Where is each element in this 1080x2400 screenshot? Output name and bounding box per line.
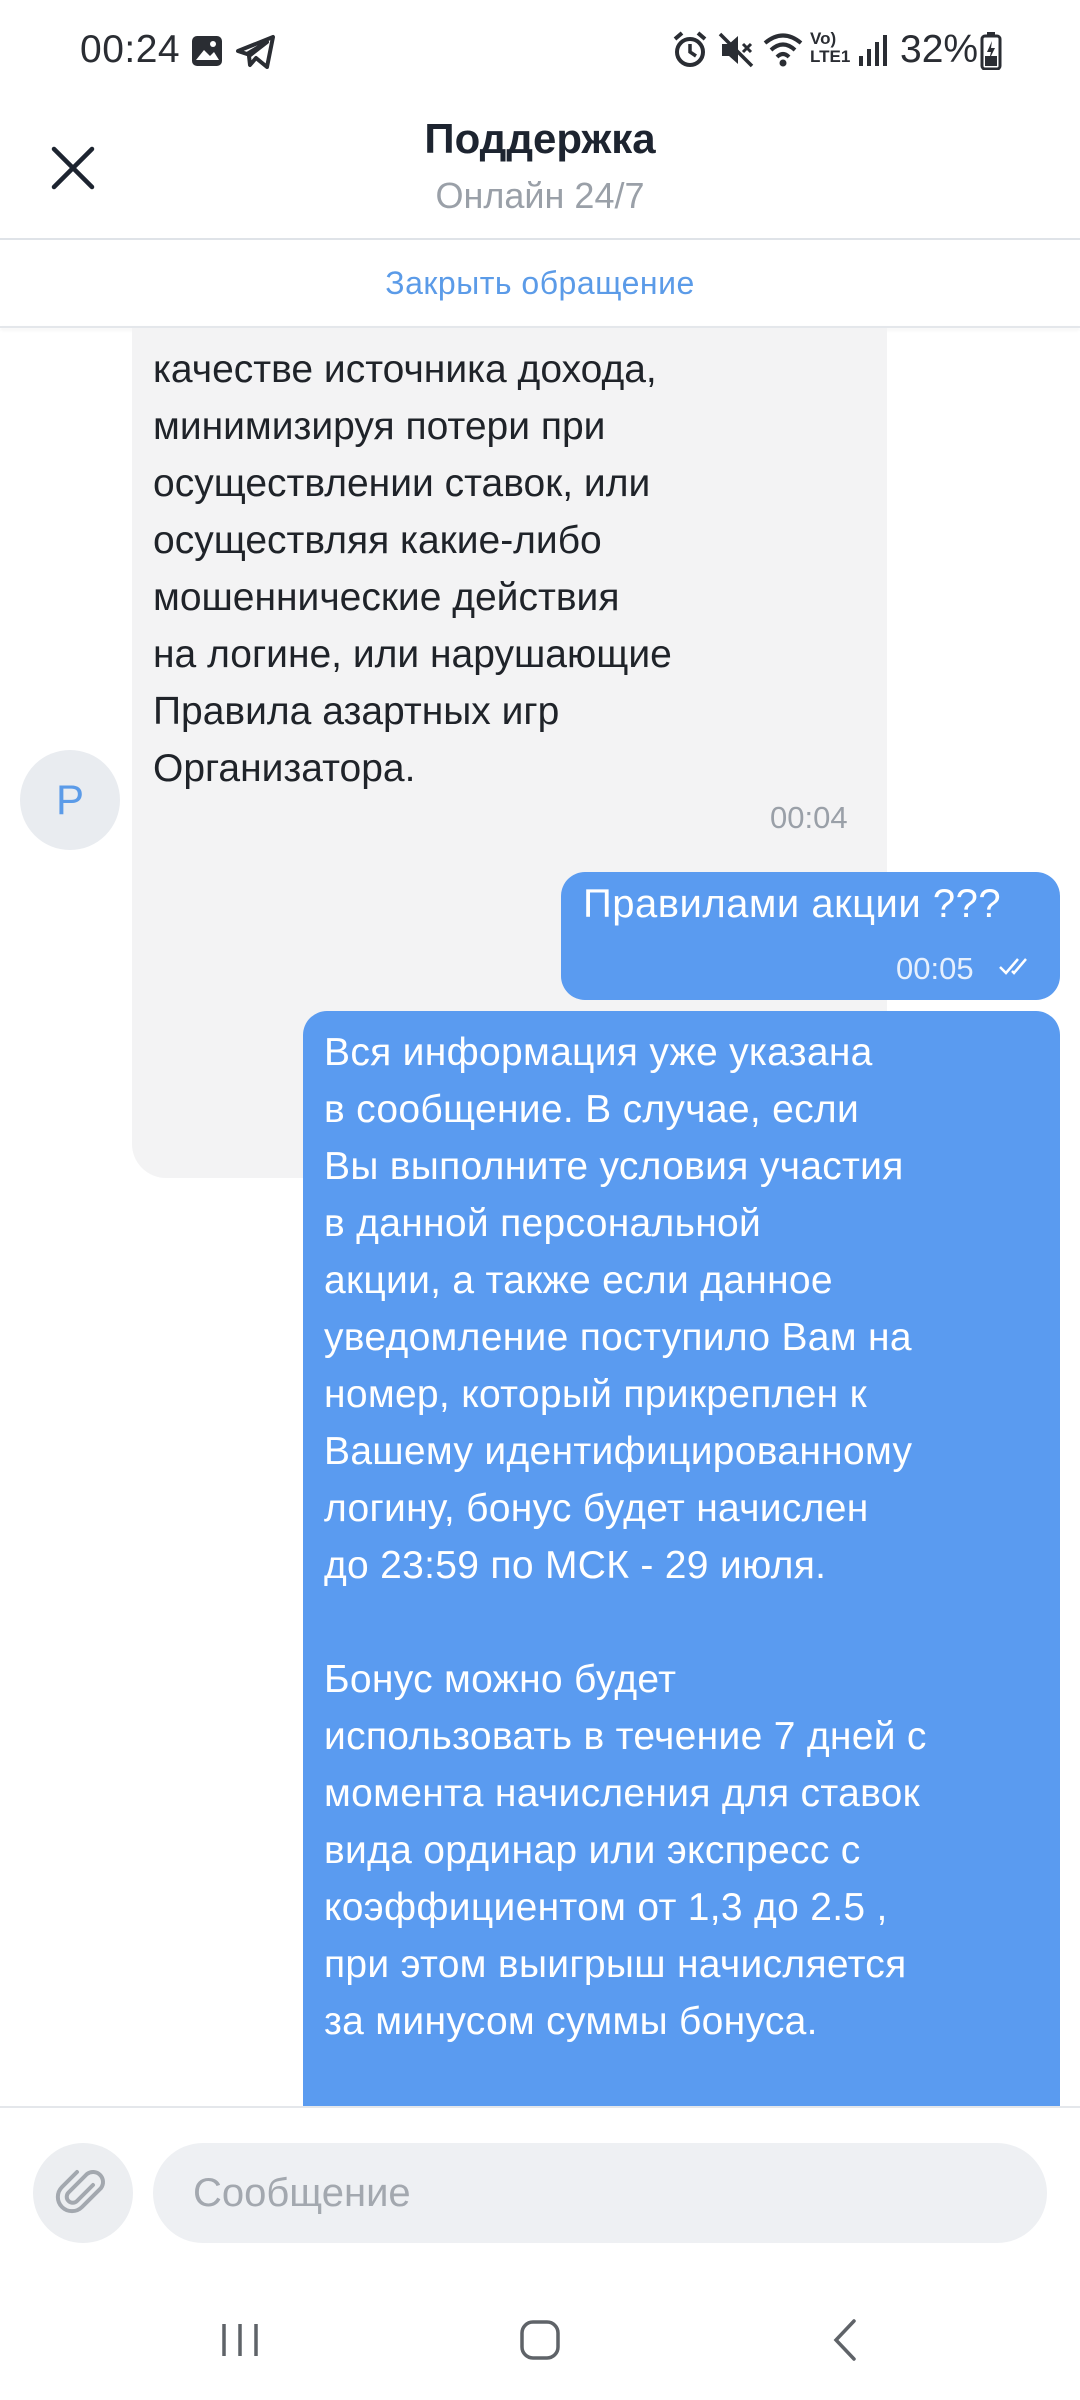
back-icon xyxy=(833,2319,856,2361)
incoming-message-line: Организатора. xyxy=(153,747,416,790)
battery-percent: 32% xyxy=(900,28,979,71)
volte-label-top: Vo) xyxy=(810,29,837,48)
incoming-message-line: минимизируя потери при xyxy=(153,405,606,448)
read-checkmarks-icon xyxy=(998,955,1038,982)
attach-button[interactable] xyxy=(33,2143,133,2243)
paperclip-icon xyxy=(55,2170,105,2214)
chat-messages[interactable]: качестве источника дохода, минимизируя п… xyxy=(0,328,1080,2106)
status-bar: 00:24 Vo) LTE1 32% xyxy=(0,0,1080,105)
outgoing-message-text: Вся информация уже указана в сообщение. … xyxy=(324,1031,927,2043)
chat-header: Поддержка Онлайн 24/7 xyxy=(0,105,1080,238)
close-ticket-button[interactable]: Закрыть обращение xyxy=(0,240,1080,326)
image-icon xyxy=(190,34,224,73)
status-time: 00:24 xyxy=(80,28,181,71)
signal-icon xyxy=(858,30,890,75)
telegram-icon xyxy=(236,34,276,75)
outgoing-message-text: Правилами акции ??? xyxy=(583,882,1002,926)
nav-recents-button[interactable] xyxy=(180,2305,300,2375)
nav-back-button[interactable] xyxy=(785,2305,905,2375)
volte-label: Vo) LTE1 xyxy=(810,30,850,66)
message-input[interactable] xyxy=(153,2143,1047,2243)
avatar: P xyxy=(20,750,120,850)
online-status: Онлайн 24/7 xyxy=(435,175,645,216)
incoming-message-line: Правила азартных игр xyxy=(153,690,560,733)
incoming-message-line: мошеннические действия xyxy=(153,576,620,619)
incoming-message-time: 00:04 xyxy=(770,800,848,835)
page-title: Поддержка xyxy=(424,115,656,162)
incoming-message-line: на логине, или нарушающие xyxy=(153,633,672,676)
outgoing-message-time: 00:05 xyxy=(896,951,974,986)
home-icon xyxy=(520,2320,560,2360)
nav-home-button[interactable] xyxy=(480,2305,600,2375)
volte-label-bottom: LTE1 xyxy=(810,47,851,66)
mute-icon xyxy=(718,30,754,75)
incoming-message-line: качестве источника дохода, xyxy=(153,348,657,391)
recents-icon xyxy=(222,2324,258,2356)
incoming-message-line: осуществляя какие-либо xyxy=(153,519,602,562)
divider xyxy=(0,2106,1080,2108)
alarm-icon xyxy=(672,30,708,75)
incoming-message-text: качестве источника дохода, минимизируя п… xyxy=(153,341,853,797)
wifi-icon xyxy=(762,30,804,75)
battery-icon xyxy=(980,32,1002,75)
incoming-message-line: осуществлении ставок, или xyxy=(153,462,651,505)
